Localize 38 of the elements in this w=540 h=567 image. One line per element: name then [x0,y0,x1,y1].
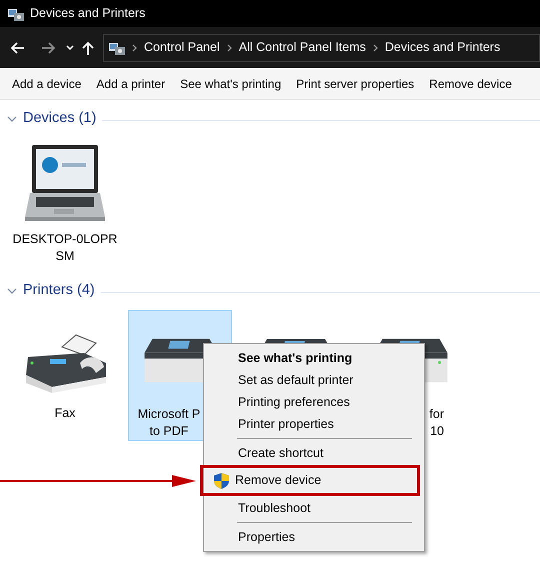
menu-item[interactable]: Create shortcut [204,442,424,464]
chevron-icon [372,44,378,52]
menu-item[interactable]: Properties [204,526,424,548]
device-label: 10 [430,423,444,440]
devices-folder-icon [8,6,24,20]
command-button[interactable]: Add a printer [96,74,166,92]
address-bar[interactable]: Control Panel All Control Panel Items Devices and Printers [103,34,540,62]
device-label: for [429,406,444,423]
laptop-icon [24,143,106,223]
breadcrumb[interactable]: Devices and Printers [384,38,500,57]
device-label: to PDF [150,423,188,440]
device-label: DESKTOP-0LOPR [12,231,118,248]
up-arrow-icon[interactable] [82,40,94,54]
back-arrow-icon[interactable] [11,42,25,54]
chevron-icon [132,44,137,52]
menu-item[interactable]: Remove device [200,465,420,496]
collapse-chevron-icon[interactable] [7,116,17,122]
command-button[interactable]: Add a device [12,74,82,92]
dropdown-caret-icon[interactable] [66,45,74,50]
breadcrumb[interactable]: Control Panel [144,38,220,57]
devices-folder-icon [109,40,125,54]
computer-tile[interactable]: DESKTOP-0LOPR SM [13,142,117,266]
device-label: Fax [54,405,76,422]
shield-icon [214,472,229,488]
group-heading[interactable]: Devices (1) [23,108,96,130]
forward-arrow-icon[interactable] [41,42,55,54]
menu-item[interactable]: Troubleshoot [204,497,424,519]
command-button[interactable]: Remove device [429,74,512,92]
collapse-chevron-icon[interactable] [7,288,17,294]
group-heading[interactable]: Printers (4) [23,280,95,302]
device-label: Microsoft P [138,406,200,423]
fax-tile[interactable]: Fax [13,310,117,441]
command-button[interactable]: See what's printing [180,74,282,92]
device-label: SM [56,248,74,265]
window-title: Devices and Printers [30,5,146,22]
breadcrumb[interactable]: All Control Panel Items [238,38,366,57]
chevron-icon [226,44,232,52]
command-button[interactable]: Print server properties [296,74,414,92]
